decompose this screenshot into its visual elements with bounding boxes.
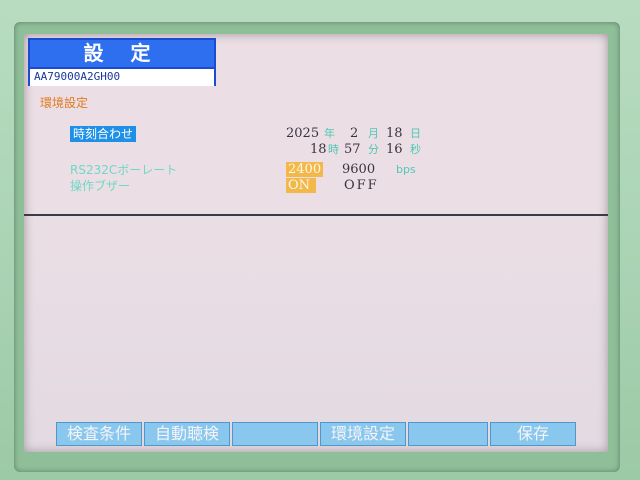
time-setting-label[interactable]: 時刻合わせ xyxy=(70,126,137,142)
section-divider xyxy=(24,214,608,216)
lcd-screen: 設 定 AA79000A2GH00 環境設定 時刻合わせ 2025 年 2 月 … xyxy=(24,34,608,452)
month-value[interactable]: 2 xyxy=(350,126,358,141)
softkey-test-conditions[interactable]: 検査条件 xyxy=(56,422,142,446)
second-unit: 秒 xyxy=(410,143,421,156)
day-value[interactable]: 18 xyxy=(386,126,403,141)
second-value[interactable]: 16 xyxy=(386,142,403,157)
softkey-blank-5[interactable] xyxy=(408,422,488,446)
screen-glare xyxy=(24,34,608,452)
day-unit: 日 xyxy=(410,127,421,140)
softkey-save[interactable]: 保存 xyxy=(490,422,576,446)
model-code: AA79000A2GH00 xyxy=(30,67,214,86)
hour-unit: 時 xyxy=(328,143,339,156)
month-unit: 月 xyxy=(368,127,379,140)
softkey-auto-audiometry[interactable]: 自動聴検 xyxy=(144,422,230,446)
minute-value[interactable]: 57 xyxy=(344,142,361,157)
softkey-environment-settings[interactable]: 環境設定 xyxy=(320,422,406,446)
beep-option-off[interactable]: OFF xyxy=(344,178,379,193)
softkey-bar: 検査条件 自動聴検 環境設定 保存 xyxy=(56,422,576,446)
softkey-blank-3[interactable] xyxy=(232,422,318,446)
page-title: 設 定 xyxy=(83,41,161,65)
baud-rate-label: RS232Cボーレート xyxy=(70,163,178,177)
beep-label: 操作ブザー xyxy=(70,179,131,193)
baud-option-9600[interactable]: 9600 xyxy=(342,162,375,177)
minute-unit: 分 xyxy=(368,143,379,156)
baud-unit: bps xyxy=(396,163,416,176)
title-panel: 設 定 AA79000A2GH00 xyxy=(28,38,216,86)
year-value[interactable]: 2025 xyxy=(286,126,319,141)
hour-value[interactable]: 18 xyxy=(310,142,327,157)
baud-option-2400[interactable]: 2400 xyxy=(286,162,324,177)
beep-option-on[interactable]: ON xyxy=(286,178,316,193)
year-unit: 年 xyxy=(324,127,335,140)
section-heading: 環境設定 xyxy=(40,96,89,110)
